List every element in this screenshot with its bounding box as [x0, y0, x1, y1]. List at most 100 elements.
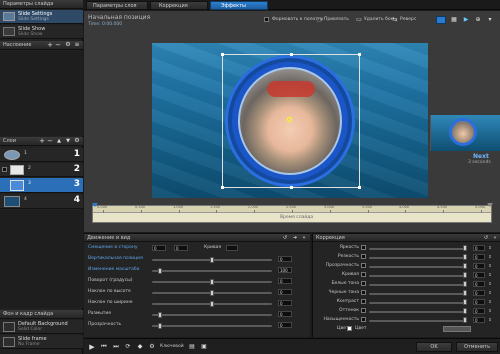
correction-value-input[interactable]: 0 [473, 308, 485, 314]
tab-correction[interactable]: Коррекция [150, 1, 208, 10]
layer-checkbox[interactable] [2, 167, 7, 172]
reset-icon[interactable]: ↺ [483, 235, 489, 241]
motion-slider-knob[interactable] [158, 312, 162, 318]
gear-icon[interactable]: ⚙ [148, 343, 156, 351]
stepper-icon[interactable]: ⇕ [487, 308, 493, 314]
next-icon[interactable]: ⏭ [112, 343, 120, 351]
tab-effects[interactable]: Эффекты [210, 1, 268, 10]
reverse-icon[interactable]: ⇆ [392, 16, 398, 23]
motion-value-input[interactable]: 0 [278, 289, 292, 295]
motion-slider-knob[interactable] [158, 323, 162, 329]
prev-icon[interactable]: ⏮ [100, 343, 108, 351]
correction-slider-knob[interactable] [463, 245, 467, 251]
motion-value-input[interactable]: 0 [278, 278, 292, 284]
stepper-icon[interactable]: ⇕ [487, 281, 493, 287]
correction-slider[interactable] [369, 248, 465, 250]
stepper-icon[interactable]: ⇕ [487, 272, 493, 278]
motion-value-input-2[interactable]: 0 [174, 245, 188, 251]
correction-value-input[interactable]: 0 [473, 290, 485, 296]
collapse-icon[interactable]: « [301, 235, 307, 241]
correction-value-input[interactable]: 0 [473, 245, 485, 251]
correction-slider[interactable] [369, 266, 465, 268]
layer-row-4[interactable]: 4 4 [0, 194, 83, 209]
correction-slider-knob[interactable] [463, 308, 467, 314]
keyframe-label[interactable]: Ключевой [160, 344, 184, 350]
layer-row-2[interactable]: 2 2 [0, 163, 83, 177]
arrow-right-icon[interactable]: ➜ [292, 235, 298, 241]
motion-slider[interactable] [152, 325, 272, 327]
correction-slider-knob[interactable] [463, 263, 467, 269]
collapse-icon[interactable]: « [492, 235, 498, 241]
correction-checkbox[interactable] [361, 245, 366, 250]
correction-checkbox[interactable] [361, 308, 366, 313]
motion-value-input[interactable]: 100 [278, 267, 292, 273]
correction-checkbox[interactable] [361, 254, 366, 259]
motion-slider[interactable] [152, 270, 272, 272]
motion-value-input[interactable]: 0 [152, 245, 166, 251]
color-swatch[interactable] [443, 326, 471, 332]
correction-value-input[interactable]: 0 [473, 254, 485, 260]
move-up-icon[interactable]: ▲ [56, 138, 62, 144]
film-icon[interactable]: ▤ [188, 343, 196, 351]
correction-slider[interactable] [369, 275, 465, 277]
motion-value-input[interactable]: 0 [278, 300, 292, 306]
play-icon[interactable]: ▶ [88, 343, 96, 351]
settings-icon[interactable]: ≡ [74, 42, 80, 48]
motion-value-input[interactable]: 0 [278, 322, 292, 328]
corner-handle[interactable] [221, 186, 224, 189]
correction-value-input[interactable]: 0 [473, 263, 485, 269]
correction-value-input[interactable]: 0 [473, 272, 485, 278]
loop-icon[interactable]: ⟳ [124, 343, 132, 351]
motion-slider-knob[interactable] [210, 257, 214, 263]
motion-slider[interactable] [152, 314, 272, 316]
motion-slider-knob[interactable] [210, 290, 214, 296]
bg-item-0[interactable]: Default Background Solid Color [0, 320, 83, 334]
stepper-icon[interactable]: ⇕ [487, 245, 493, 251]
stepper-icon[interactable]: ⇕ [487, 290, 493, 296]
corner-handle[interactable] [358, 186, 361, 189]
ok-button[interactable]: OK [416, 342, 452, 352]
color-checkbox[interactable] [347, 326, 352, 331]
remove-layer-icon[interactable]: − [47, 137, 53, 144]
correction-slider-knob[interactable] [463, 254, 467, 260]
slide-item-1[interactable]: Slide Show Slide Show [0, 25, 83, 39]
marker-icon[interactable]: ◆ [136, 343, 144, 351]
correction-slider[interactable] [369, 302, 465, 304]
correction-slider-knob[interactable] [463, 299, 467, 305]
edge-handle[interactable] [290, 53, 293, 56]
correction-slider[interactable] [369, 293, 465, 295]
correction-checkbox[interactable] [361, 299, 366, 304]
correction-value-input[interactable]: 0 [473, 281, 485, 287]
next-slide-thumb[interactable] [430, 115, 500, 151]
remove-icon[interactable]: − [55, 41, 61, 48]
view-mode-blue-button[interactable] [436, 16, 446, 24]
fit-checkbox[interactable] [264, 17, 269, 22]
correction-checkbox[interactable] [361, 272, 366, 277]
correction-value-input[interactable]: 0 [473, 299, 485, 305]
expand-icon[interactable]: ▾ [486, 16, 494, 24]
timeline-start-marker[interactable] [92, 203, 98, 207]
correction-slider-knob[interactable] [463, 281, 467, 287]
tab-layer-params[interactable]: Параметры слоя [86, 1, 148, 10]
edge-handle[interactable] [290, 186, 293, 189]
layer-row-3[interactable]: 3 3 [0, 178, 83, 193]
correction-checkbox[interactable] [361, 281, 366, 286]
play-preview-icon[interactable]: ▶ [462, 16, 470, 24]
stepper-icon[interactable]: ⇕ [487, 254, 493, 260]
corner-handle[interactable] [358, 53, 361, 56]
correction-checkbox[interactable] [361, 290, 366, 295]
correction-slider-knob[interactable] [463, 290, 467, 296]
pivot-marker[interactable] [287, 117, 292, 122]
selection-box[interactable] [221, 53, 361, 189]
motion-value-input[interactable]: 0 [278, 256, 292, 262]
reset-icon[interactable]: ↺ [282, 235, 288, 241]
stepper-icon[interactable]: ⇕ [487, 299, 493, 305]
motion-slider-knob[interactable] [210, 301, 214, 307]
screen-icon[interactable]: ▣ [200, 343, 208, 351]
correction-slider[interactable] [369, 320, 465, 322]
delete-side-icon[interactable]: ▭ [356, 16, 362, 23]
correction-slider-knob[interactable] [463, 272, 467, 278]
timeline-end-marker[interactable] [487, 203, 493, 207]
slide-item-0[interactable]: Slide Settings Slide Settings [0, 10, 83, 24]
stepper-icon[interactable]: ⇕ [487, 317, 493, 323]
